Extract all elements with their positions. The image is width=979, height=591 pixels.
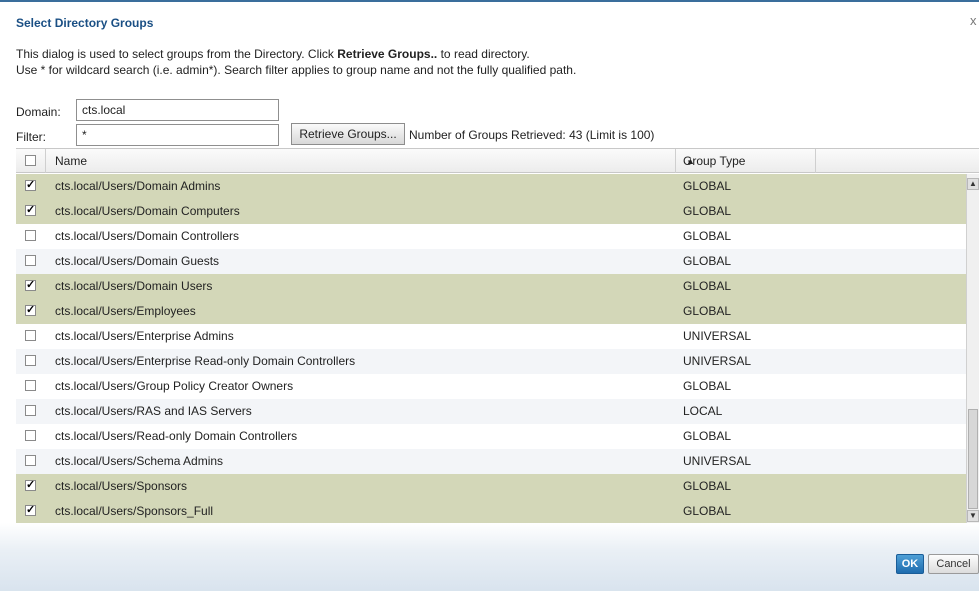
group-name: cts.local/Users/Employees	[55, 304, 196, 318]
row-checkbox[interactable]	[25, 380, 36, 391]
table-row[interactable]: cts.local/Users/Enterprise Admins UNIVERS…	[16, 324, 966, 349]
group-name: cts.local/Users/Sponsors	[55, 479, 188, 493]
table-row[interactable]: cts.local/Users/Group Policy Creator Own…	[16, 374, 966, 399]
group-name: cts.local/Users/Group Policy Creator Own…	[55, 379, 294, 393]
row-checkbox[interactable]	[25, 230, 36, 241]
table-row[interactable]: ✓ cts.local/Users/Domain Computers GLOBAL	[16, 199, 966, 224]
table-row[interactable]: cts.local/Users/Domain Controllers GLOBAL	[16, 224, 966, 249]
table-row[interactable]: cts.local/Users/Enterprise Read-only Dom…	[16, 349, 966, 374]
group-name: cts.local/Users/Sponsors_Full	[55, 504, 214, 518]
table-header: Name ▲ Group Type	[16, 149, 979, 173]
table-row[interactable]: cts.local/Users/Domain Guests GLOBAL	[16, 249, 966, 274]
row-checkbox[interactable]: ✓	[25, 180, 36, 191]
desc-line1-post: to read directory.	[437, 47, 530, 61]
column-type-label: Group Type	[683, 154, 746, 168]
row-checkbox[interactable]	[25, 355, 36, 366]
group-type: UNIVERSAL	[683, 454, 752, 468]
group-name: cts.local/Users/Schema Admins	[55, 454, 224, 468]
table-row[interactable]: cts.local/Users/Read-only Domain Control…	[16, 424, 966, 449]
select-all-checkbox[interactable]	[25, 155, 36, 166]
group-name: cts.local/Users/Domain Admins	[55, 179, 221, 193]
table-row[interactable]: ✓ cts.local/Users/Employees GLOBAL	[16, 299, 966, 324]
table-row[interactable]: cts.local/Users/Schema Admins UNIVERSAL	[16, 449, 966, 474]
table-row[interactable]: ✓ cts.local/Users/Domain Users GLOBAL	[16, 274, 966, 299]
row-checkbox[interactable]: ✓	[25, 480, 36, 491]
select-directory-groups-dialog: Select Directory Groups x This dialog is…	[0, 0, 979, 591]
group-type: GLOBAL	[683, 429, 732, 443]
group-name: cts.local/Users/Domain Controllers	[55, 229, 240, 243]
select-all-cell	[16, 149, 46, 173]
table-body: ✓ cts.local/Users/Domain Admins GLOBAL ✓ cts…	[16, 174, 966, 524]
groups-retrieved-status: Number of Groups Retrieved: 43 (Limit is…	[409, 128, 655, 142]
row-checkbox[interactable]	[25, 255, 36, 266]
dialog-title: Select Directory Groups	[16, 16, 154, 30]
groups-table: Name ▲ Group Type ✓ cts.local/Users/Domai…	[16, 148, 979, 524]
retrieve-groups-button[interactable]: Retrieve Groups...	[291, 123, 405, 145]
group-type: GLOBAL	[683, 479, 732, 493]
table-row[interactable]: ✓ cts.local/Users/Sponsors_Full GLOBAL	[16, 499, 966, 524]
group-name: cts.local/Users/Domain Computers	[55, 204, 240, 218]
column-header-group-type[interactable]: Group Type	[676, 149, 816, 173]
column-header-name[interactable]: Name ▲	[46, 149, 695, 173]
row-checkbox[interactable]: ✓	[25, 305, 36, 316]
filter-field[interactable]	[76, 124, 279, 146]
row-checkbox[interactable]	[25, 430, 36, 441]
group-type: GLOBAL	[683, 179, 732, 193]
group-type: GLOBAL	[683, 279, 732, 293]
row-checkbox[interactable]	[25, 330, 36, 341]
group-type: GLOBAL	[683, 504, 732, 518]
group-type: LOCAL	[683, 404, 723, 418]
table-row[interactable]: ✓ cts.local/Users/Domain Admins GLOBAL	[16, 174, 966, 199]
group-type: UNIVERSAL	[683, 354, 752, 368]
group-type: GLOBAL	[683, 254, 732, 268]
column-name-label: Name	[55, 154, 88, 168]
ok-button[interactable]: OK	[896, 554, 924, 574]
row-checkbox[interactable]	[25, 455, 36, 466]
group-type: GLOBAL	[683, 304, 732, 318]
dialog-footer	[0, 523, 979, 591]
group-type: GLOBAL	[683, 229, 732, 243]
dialog-description: This dialog is used to select groups fro…	[16, 46, 576, 78]
scroll-up-icon[interactable]: ▲	[967, 178, 979, 190]
scrollbar-thumb[interactable]	[968, 409, 978, 509]
group-type: UNIVERSAL	[683, 329, 752, 343]
domain-field[interactable]	[76, 99, 279, 121]
row-checkbox[interactable]: ✓	[25, 205, 36, 216]
row-checkbox[interactable]	[25, 405, 36, 416]
group-type: GLOBAL	[683, 204, 732, 218]
vertical-scrollbar[interactable]: ▲ ▼	[966, 174, 979, 524]
group-name: cts.local/Users/Domain Users	[55, 279, 213, 293]
group-name: cts.local/Users/RAS and IAS Servers	[55, 404, 252, 418]
row-checkbox[interactable]: ✓	[25, 505, 36, 516]
group-name: cts.local/Users/Enterprise Admins	[55, 329, 234, 343]
row-checkbox[interactable]: ✓	[25, 280, 36, 291]
cancel-button[interactable]: Cancel	[928, 554, 979, 574]
scroll-down-icon[interactable]: ▼	[967, 510, 979, 522]
table-row[interactable]: ✓ cts.local/Users/Sponsors GLOBAL	[16, 474, 966, 499]
domain-label: Domain:	[16, 105, 61, 119]
table-row[interactable]: cts.local/Users/RAS and IAS Servers LOCAL	[16, 399, 966, 424]
group-name: cts.local/Users/Enterprise Read-only Dom…	[55, 354, 356, 368]
group-name: cts.local/Users/Read-only Domain Control…	[55, 429, 298, 443]
desc-line1-pre: This dialog is used to select groups fro…	[16, 47, 338, 61]
group-name: cts.local/Users/Domain Guests	[55, 254, 220, 268]
group-type: GLOBAL	[683, 379, 732, 393]
desc-line1-bold: Retrieve Groups..	[337, 47, 438, 61]
close-icon[interactable]: x	[970, 13, 977, 28]
filter-label: Filter:	[16, 130, 46, 144]
desc-line2: Use * for wildcard search (i.e. admin*).…	[16, 63, 577, 77]
